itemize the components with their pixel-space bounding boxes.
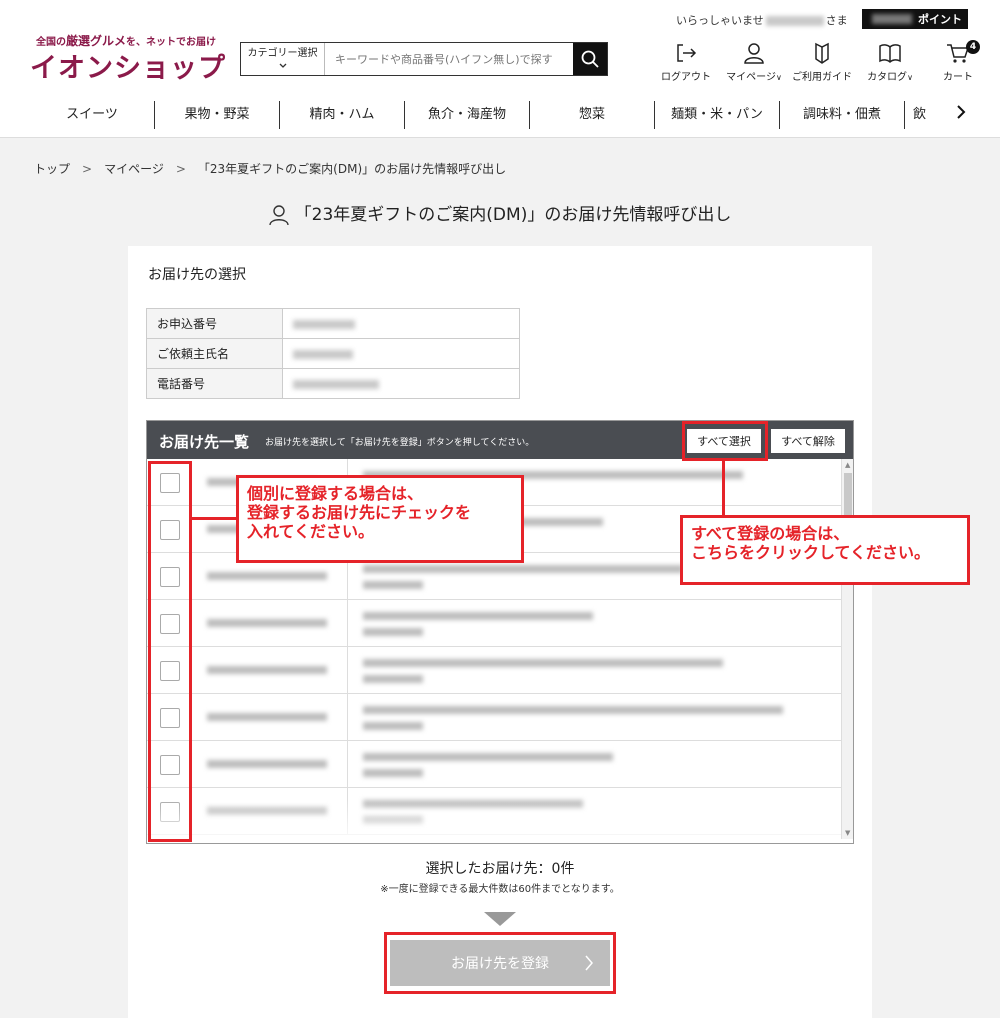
catalog-icon	[879, 44, 901, 64]
selected-count: 選択したお届け先：0件	[425, 861, 575, 877]
annotation-individual: 個別に登録する場合は、 登録するお届け先にチェックを 入れてください。	[236, 475, 524, 563]
cart-link[interactable]: 4 カート	[924, 40, 992, 83]
annotation-connector	[722, 460, 725, 517]
phone-number-label: 電話番号	[146, 368, 283, 399]
phone-number-value	[282, 368, 520, 399]
breadcrumb-separator: >	[175, 162, 186, 176]
header-icon-menu: ログアウト マイページ∨ ご利用ガイド カタログ∨ 4 カート	[652, 40, 992, 83]
delivery-list-description: お届け先を選択して「お届け先を登録」ボタンを押してください。	[265, 438, 535, 448]
chevron-right-icon[interactable]	[956, 104, 966, 120]
order-info-table: お申込番号 ご依頼主氏名 電話番号	[146, 308, 520, 399]
category-nav: スイーツ 果物・野菜 精肉・ハム 魚介・海産物 惣菜 麺類・米・パン 調味料・佃…	[30, 98, 970, 132]
breadcrumb: トップ > マイページ > 「23年夏ギフトのご案内(DM)」のお届け先情報呼び出し	[34, 160, 506, 177]
scroll-up-arrow-icon[interactable]: ▲	[845, 461, 850, 469]
points-badge[interactable]: ポイント	[862, 9, 968, 29]
down-arrow-icon	[484, 912, 516, 926]
delivery-select-card: お届け先の選択 お申込番号 ご依頼主氏名 電話番号 お届け先一覧 お届け先を選択…	[128, 246, 872, 1018]
order-number-label: お申込番号	[146, 308, 283, 339]
category-item-noodles-rice-bread[interactable]: 麺類・米・パン	[655, 101, 780, 129]
logout-link[interactable]: ログアウト	[652, 42, 720, 83]
user-name-redacted	[765, 16, 824, 26]
annotation-select-all-highlight	[682, 421, 768, 461]
table-row: ご依頼主氏名	[146, 338, 520, 369]
cart-count-badge: 4	[966, 40, 980, 54]
user-icon	[268, 205, 289, 226]
site-logo[interactable]: イオンショップ	[30, 46, 226, 85]
deselect-all-button[interactable]: すべて解除	[771, 429, 845, 453]
catalog-link[interactable]: カタログ∨	[856, 42, 924, 83]
list-item	[147, 600, 841, 647]
page-title: 「23年夏ギフトのご案内(DM)」のお届け先情報呼び出し	[0, 200, 1000, 226]
category-item-seafood[interactable]: 魚介・海産物	[405, 101, 530, 129]
breadcrumb-top[interactable]: トップ	[34, 162, 70, 176]
redacted-value	[293, 319, 355, 329]
category-select[interactable]: カテゴリー選択	[241, 43, 325, 75]
requester-name-label: ご依頼主氏名	[146, 338, 283, 369]
category-item-sweets[interactable]: スイーツ	[30, 101, 155, 129]
redacted-value	[293, 379, 379, 389]
search-icon	[581, 50, 599, 68]
table-row: お申込番号	[146, 308, 520, 339]
search-button[interactable]	[573, 43, 607, 75]
breadcrumb-mypage[interactable]: マイページ	[104, 162, 164, 176]
chevron-down-icon	[279, 63, 286, 68]
user-icon	[744, 43, 764, 64]
annotation-register-highlight	[384, 932, 616, 994]
points-value-redacted	[872, 14, 912, 24]
category-item-deli[interactable]: 惣菜	[530, 101, 655, 129]
logout-icon	[677, 44, 697, 62]
scroll-down-arrow-icon[interactable]: ▼	[845, 829, 850, 837]
scroll-fade	[147, 799, 841, 839]
list-item	[147, 741, 841, 788]
breadcrumb-separator: >	[82, 162, 93, 176]
welcome-message: いらっしゃいませ さま	[676, 14, 848, 27]
annotation-connector	[190, 517, 238, 520]
list-item	[147, 647, 841, 694]
search-bar: カテゴリー選択	[240, 42, 608, 76]
search-input[interactable]	[325, 43, 573, 75]
annotation-all: すべて登録の場合は、 こちらをクリックしてください。	[680, 515, 970, 585]
redacted-value	[293, 349, 353, 359]
site-header: 全国の厳選グルメを、ネットでお届け イオンショップ いらっしゃいませ さま ポイン…	[0, 0, 1000, 138]
requester-name-value	[282, 338, 520, 369]
annotation-checkbox-highlight	[148, 461, 192, 842]
max-count-note: ※一度に登録できる最大件数は60件までとなります。	[380, 884, 620, 895]
order-number-value	[282, 308, 520, 339]
table-row: 電話番号	[146, 368, 520, 399]
category-item-seasonings[interactable]: 調味料・佃煮	[780, 101, 905, 129]
guide-icon	[815, 42, 829, 64]
category-item-fruits-vegetables[interactable]: 果物・野菜	[155, 101, 280, 129]
category-item-meat-ham[interactable]: 精肉・ハム	[280, 101, 405, 129]
guide-link[interactable]: ご利用ガイド	[788, 42, 856, 83]
list-item	[147, 694, 841, 741]
category-item-drinks[interactable]: 飲	[905, 101, 953, 129]
breadcrumb-current: 「23年夏ギフトのご案内(DM)」のお届け先情報呼び出し	[197, 162, 507, 176]
mypage-link[interactable]: マイページ∨	[720, 42, 788, 83]
section-title: お届け先の選択	[148, 267, 246, 283]
delivery-list-title: お届け先一覧	[159, 433, 250, 451]
